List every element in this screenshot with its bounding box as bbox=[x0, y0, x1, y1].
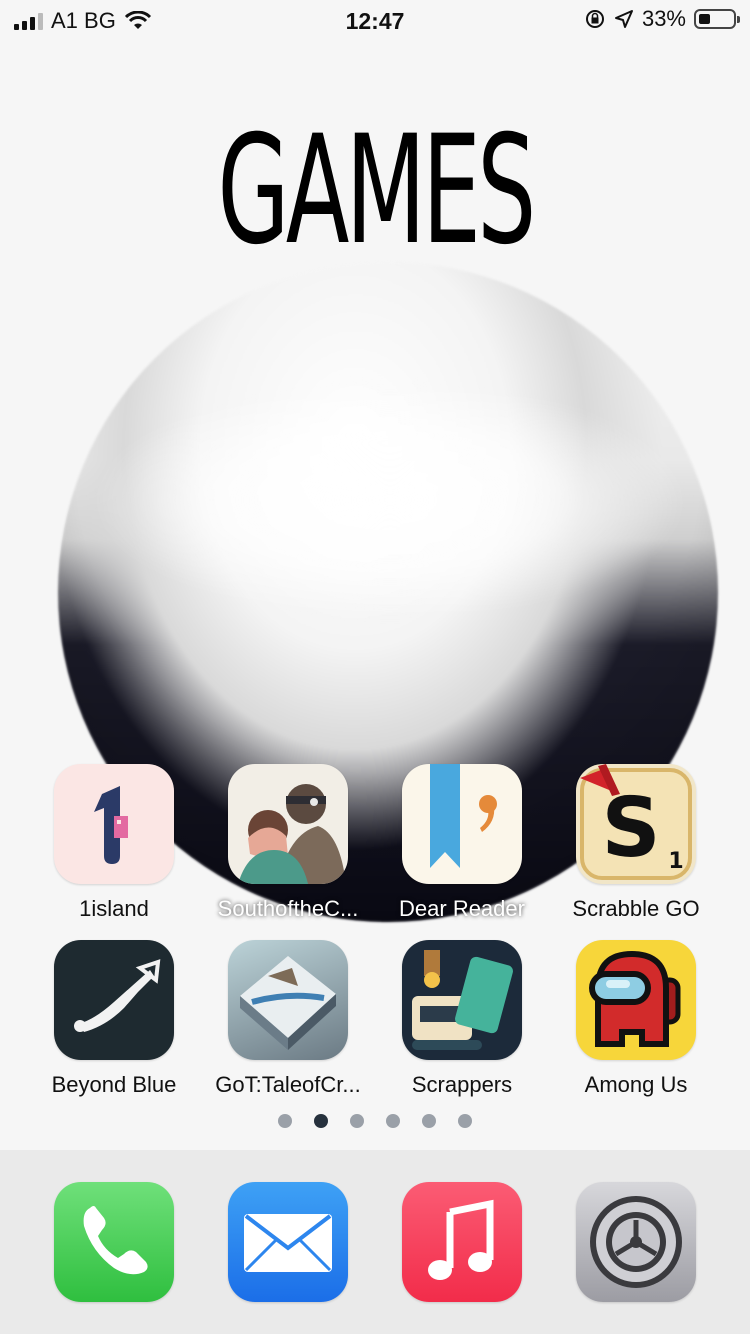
orientation-lock-icon bbox=[585, 10, 604, 28]
app-south-of-the-circle[interactable]: SouthoftheC... bbox=[201, 764, 375, 922]
app-label: Dear Reader bbox=[399, 896, 525, 921]
dock-app-music[interactable] bbox=[375, 1182, 549, 1302]
page-dot[interactable] bbox=[350, 1114, 364, 1128]
app-among-us[interactable]: Among Us bbox=[549, 940, 723, 1098]
app-scrappers[interactable]: Scrappers bbox=[375, 940, 549, 1098]
app-label: Scrappers bbox=[411, 1072, 513, 1097]
page-indicator[interactable] bbox=[0, 1114, 750, 1128]
dock-app-settings[interactable] bbox=[549, 1182, 723, 1302]
settings-icon bbox=[576, 1182, 696, 1302]
app-got-tale-of-crows[interactable]: GoT:TaleofCr... bbox=[201, 940, 375, 1098]
wallpaper-title: GAMES bbox=[217, 104, 536, 278]
battery-percentage: 33% bbox=[641, 6, 686, 31]
app-label: 1island bbox=[79, 896, 149, 921]
page-dot[interactable] bbox=[386, 1114, 400, 1128]
dock bbox=[0, 1150, 750, 1334]
status-right: 33% bbox=[584, 6, 740, 32]
app-label: SouthoftheC... bbox=[217, 896, 359, 921]
got-tale-of-crows-icon bbox=[228, 940, 348, 1060]
app-label: Scrabble GO bbox=[572, 896, 700, 921]
status-bar: A1 BG 12:47 33% bbox=[0, 0, 750, 42]
svg-text:1: 1 bbox=[668, 849, 683, 874]
music-icon bbox=[402, 1182, 522, 1302]
dock-app-phone[interactable] bbox=[27, 1182, 201, 1302]
1island-icon bbox=[54, 764, 174, 884]
app-label: Among Us bbox=[584, 1072, 688, 1097]
phone-icon bbox=[54, 1182, 174, 1302]
app-beyond-blue[interactable]: Beyond Blue bbox=[27, 940, 201, 1098]
page-dot-active[interactable] bbox=[314, 1114, 328, 1128]
dear-reader-icon bbox=[402, 764, 522, 884]
location-icon bbox=[614, 10, 633, 28]
app-label: Beyond Blue bbox=[51, 1072, 177, 1097]
dock-app-mail[interactable] bbox=[201, 1182, 375, 1302]
scrabble-go-icon: S 1 bbox=[576, 764, 696, 884]
scrappers-icon bbox=[402, 940, 522, 1060]
page-dot[interactable] bbox=[458, 1114, 472, 1128]
beyond-blue-icon bbox=[54, 940, 174, 1060]
svg-text:S: S bbox=[601, 781, 660, 876]
app-label: GoT:TaleofCr... bbox=[215, 1072, 361, 1097]
app-dear-reader[interactable]: Dear Reader bbox=[375, 764, 549, 922]
south-of-the-circle-icon bbox=[228, 764, 348, 884]
battery-icon bbox=[694, 9, 740, 29]
among-us-icon bbox=[576, 940, 696, 1060]
page-dot[interactable] bbox=[422, 1114, 436, 1128]
page-dot[interactable] bbox=[278, 1114, 292, 1128]
app-scrabble-go[interactable]: S 1 Scrabble GO bbox=[549, 764, 723, 922]
mail-icon bbox=[228, 1182, 348, 1302]
app-1island[interactable]: 1island bbox=[27, 764, 201, 922]
